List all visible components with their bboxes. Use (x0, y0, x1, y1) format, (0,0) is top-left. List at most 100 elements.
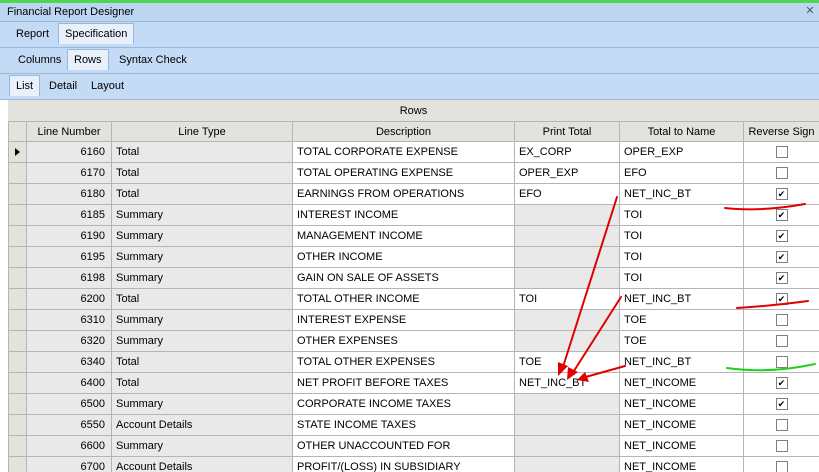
cell-line-number[interactable]: 6198 (26, 267, 112, 289)
checkbox-icon[interactable] (775, 230, 788, 243)
cell-total-to-name[interactable]: NET_INC_BT (619, 183, 744, 205)
cell-reverse-sign[interactable] (743, 330, 819, 352)
tab-report[interactable]: Report (10, 24, 55, 44)
cell-line-type[interactable]: Account Details (111, 414, 293, 436)
cell-description[interactable]: PROFIT/(LOSS) IN SUBSIDIARY (292, 456, 515, 472)
cell-line-type[interactable]: Total (111, 351, 293, 373)
cell-line-number[interactable]: 6190 (26, 225, 112, 247)
cell-line-number[interactable]: 6400 (26, 372, 112, 394)
cell-line-number[interactable]: 6500 (26, 393, 112, 415)
cell-total-to-name[interactable]: NET_INCOME (619, 456, 744, 472)
cell-print-total[interactable] (514, 435, 620, 457)
row-selector[interactable] (8, 330, 27, 352)
cell-print-total[interactable]: NET_INC_BT (514, 372, 620, 394)
cell-print-total[interactable] (514, 456, 620, 472)
row-selector[interactable] (8, 204, 27, 226)
cell-line-type[interactable]: Total (111, 183, 293, 205)
cell-description[interactable]: OTHER EXPENSES (292, 330, 515, 352)
cell-print-total[interactable] (514, 267, 620, 289)
cell-line-type[interactable]: Summary (111, 330, 293, 352)
cell-total-to-name[interactable]: TOE (619, 330, 744, 352)
cell-reverse-sign[interactable] (743, 456, 819, 472)
cell-total-to-name[interactable]: OPER_EXP (619, 141, 744, 163)
cell-description[interactable]: TOTAL OTHER INCOME (292, 288, 515, 310)
tab-list[interactable]: List (9, 75, 41, 96)
cell-line-type[interactable]: Summary (111, 393, 293, 415)
table-row[interactable]: 6600 Summary OTHER UNACCOUNTED FOR NET_INCO… (8, 435, 819, 457)
table-row[interactable]: 6320 Summary OTHER EXPENSES TOE (8, 330, 819, 352)
cell-reverse-sign[interactable] (743, 162, 819, 184)
tab-syntax-check[interactable]: Syntax Check (113, 50, 193, 70)
checkbox-icon[interactable] (775, 209, 788, 222)
cell-line-number[interactable]: 6195 (26, 246, 112, 268)
cell-description[interactable]: INTEREST EXPENSE (292, 309, 515, 331)
cell-line-number[interactable]: 6160 (26, 141, 112, 163)
cell-description[interactable]: OTHER UNACCOUNTED FOR (292, 435, 515, 457)
tab-detail[interactable]: Detail (43, 76, 83, 96)
cell-line-type[interactable]: Summary (111, 309, 293, 331)
tab-columns[interactable]: Columns (12, 50, 67, 70)
row-selector[interactable] (8, 246, 27, 268)
row-selector[interactable] (8, 372, 27, 394)
table-row[interactable]: 6200 Total TOTAL OTHER INCOME TOI NET_INC_BT (8, 288, 819, 310)
cell-print-total[interactable]: TOI (514, 288, 620, 310)
cell-reverse-sign[interactable] (743, 309, 819, 331)
cell-total-to-name[interactable]: NET_INCOME (619, 414, 744, 436)
cell-print-total[interactable]: EX_CORP (514, 141, 620, 163)
close-icon[interactable]: ✕ (803, 5, 817, 17)
cell-total-to-name[interactable]: NET_INCOME (619, 372, 744, 394)
tab-layout[interactable]: Layout (85, 76, 130, 96)
table-row[interactable]: 6180 Total EARNINGS FROM OPERATIONS EFO NET_… (8, 183, 819, 205)
cell-line-number[interactable]: 6180 (26, 183, 112, 205)
cell-line-number[interactable]: 6200 (26, 288, 112, 310)
cell-reverse-sign[interactable] (743, 351, 819, 373)
table-row[interactable]: 6185 Summary INTEREST INCOME TOI (8, 204, 819, 226)
cell-line-type[interactable]: Total (111, 141, 293, 163)
cell-reverse-sign[interactable] (743, 225, 819, 247)
checkbox-icon[interactable] (775, 272, 788, 285)
cell-description[interactable]: STATE INCOME TAXES (292, 414, 515, 436)
cell-total-to-name[interactable]: TOI (619, 246, 744, 268)
cell-reverse-sign[interactable] (743, 435, 819, 457)
cell-total-to-name[interactable]: NET_INC_BT (619, 351, 744, 373)
checkbox-icon[interactable] (775, 398, 788, 411)
checkbox-icon[interactable] (775, 167, 788, 180)
cell-line-type[interactable]: Account Details (111, 456, 293, 472)
row-selector[interactable] (8, 162, 27, 184)
cell-total-to-name[interactable]: NET_INC_BT (619, 288, 744, 310)
cell-description[interactable]: EARNINGS FROM OPERATIONS (292, 183, 515, 205)
cell-print-total[interactable] (514, 414, 620, 436)
col-header-print-total[interactable]: Print Total (514, 121, 620, 142)
cell-reverse-sign[interactable] (743, 141, 819, 163)
checkbox-icon[interactable] (775, 335, 788, 348)
cell-print-total[interactable]: EFO (514, 183, 620, 205)
cell-line-number[interactable]: 6700 (26, 456, 112, 472)
cell-print-total[interactable]: TOE (514, 351, 620, 373)
cell-line-type[interactable]: Summary (111, 225, 293, 247)
col-header-description[interactable]: Description (292, 121, 515, 142)
cell-total-to-name[interactable]: TOI (619, 267, 744, 289)
cell-line-number[interactable]: 6600 (26, 435, 112, 457)
cell-reverse-sign[interactable] (743, 414, 819, 436)
cell-line-type[interactable]: Summary (111, 204, 293, 226)
cell-total-to-name[interactable]: TOI (619, 225, 744, 247)
col-header-reverse-sign[interactable]: Reverse Sign (743, 121, 819, 142)
cell-line-number[interactable]: 6320 (26, 330, 112, 352)
cell-total-to-name[interactable]: NET_INCOME (619, 393, 744, 415)
col-header-total-to-name[interactable]: Total to Name (619, 121, 744, 142)
checkbox-icon[interactable] (775, 146, 788, 159)
cell-line-number[interactable]: 6310 (26, 309, 112, 331)
cell-description[interactable]: INTEREST INCOME (292, 204, 515, 226)
cell-print-total[interactable]: OPER_EXP (514, 162, 620, 184)
table-row[interactable]: 6550 Account Details STATE INCOME TAXES NET… (8, 414, 819, 436)
row-selector[interactable] (8, 414, 27, 436)
cell-line-number[interactable]: 6550 (26, 414, 112, 436)
cell-description[interactable]: TOTAL CORPORATE EXPENSE (292, 141, 515, 163)
col-header-line-number[interactable]: Line Number (26, 121, 112, 142)
cell-reverse-sign[interactable] (743, 267, 819, 289)
tab-specification[interactable]: Specification (58, 23, 135, 44)
checkbox-icon[interactable] (775, 377, 788, 390)
cell-line-type[interactable]: Summary (111, 435, 293, 457)
checkbox-icon[interactable] (775, 251, 788, 264)
cell-line-number[interactable]: 6185 (26, 204, 112, 226)
